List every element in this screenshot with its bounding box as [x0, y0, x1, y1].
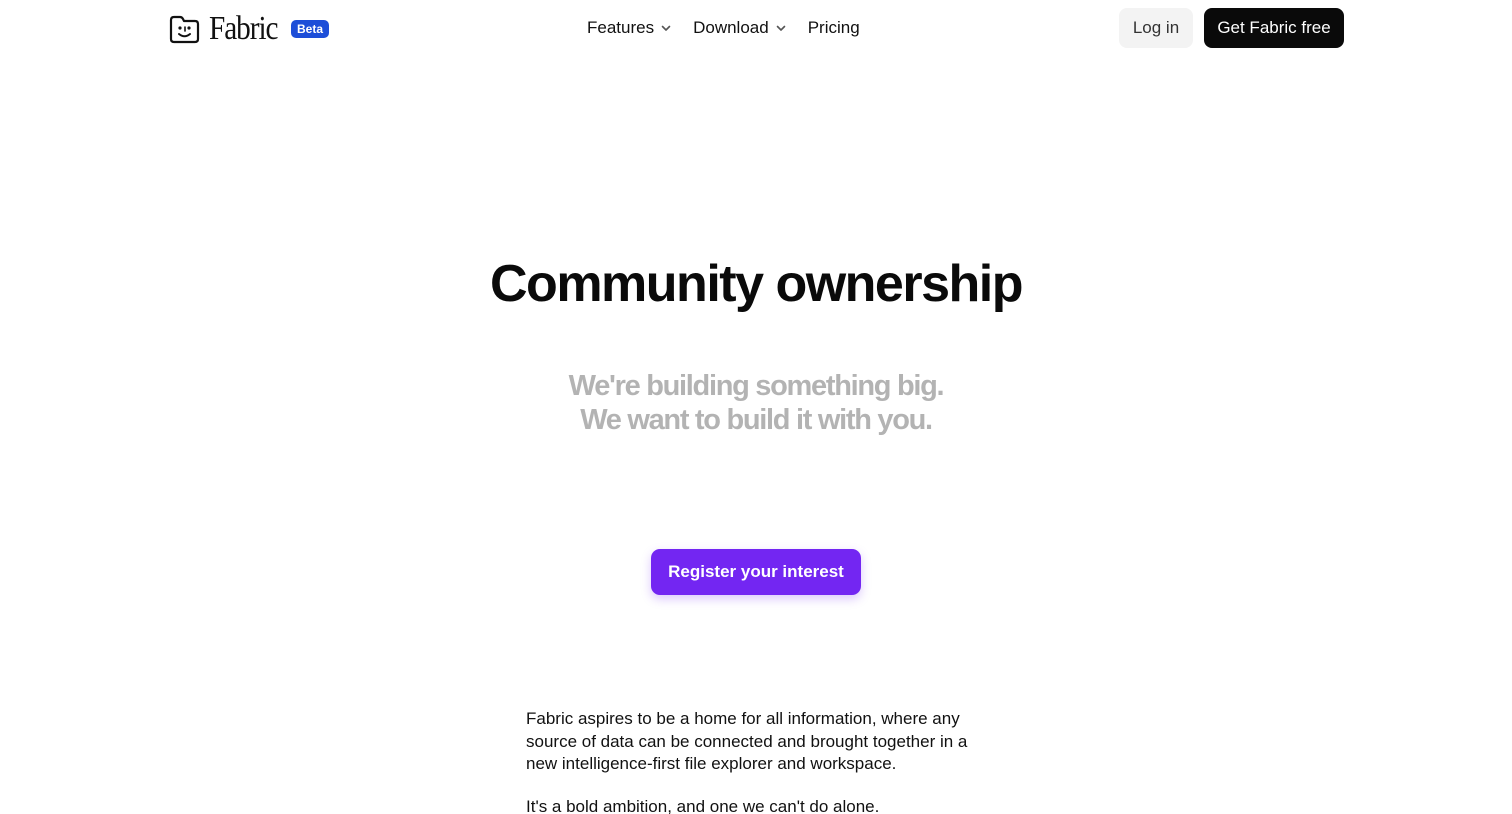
hero-subtitle-line-1: We're building something big. [568, 370, 945, 402]
body-copy: Fabric aspires to be a home for all info… [526, 708, 996, 814]
nav-item-label: Pricing [807, 18, 860, 37]
body-paragraph-2: It's a bold ambition, and one we can't d… [526, 796, 880, 814]
logo-text: Fabric [209, 10, 279, 47]
body-paragraph-1: Fabric aspires to be a home for all info… [526, 709, 968, 773]
nav-item-download[interactable]: Download [693, 18, 787, 38]
hero-subtitle-line-2: We want to build it with you. [580, 404, 933, 436]
logo[interactable]: Fabric Beta [168, 10, 330, 47]
beta-badge: Beta [291, 20, 330, 38]
login-button[interactable]: Log in [1119, 8, 1193, 48]
nav-item-label: Download [693, 18, 769, 37]
chevron-down-icon [776, 25, 786, 31]
chevron-down-icon [661, 25, 671, 31]
nav-item-features[interactable]: Features [587, 18, 672, 38]
register-interest-button[interactable]: Register your interest [651, 549, 861, 595]
get-fabric-free-button[interactable]: Get Fabric free [1204, 8, 1344, 48]
page: Fabric Beta Features Download Pricing Lo… [0, 0, 1512, 814]
site-header: Fabric Beta Features Download Pricing Lo… [0, 0, 1512, 56]
page-title: Community ownership [490, 255, 1023, 313]
smiling-folder-icon [169, 15, 200, 44]
nav-item-pricing[interactable]: Pricing [808, 18, 860, 38]
nav-item-label: Features [587, 18, 655, 37]
main-nav: Features Download Pricing [587, 16, 860, 40]
hero-subtitle: We're building something big. We want to… [0, 369, 1512, 437]
